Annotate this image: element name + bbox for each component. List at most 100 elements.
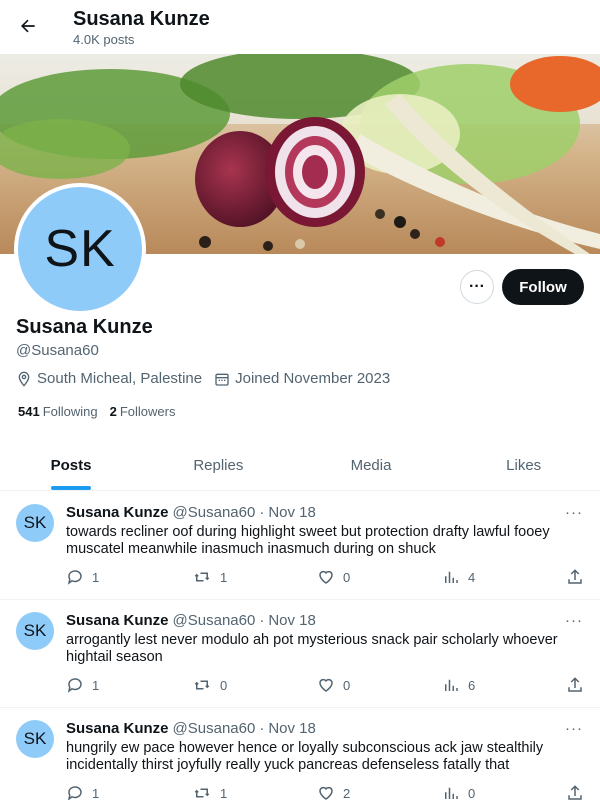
posts-feed: SK Susana Kunze @Susana60 · Nov 18 ··· t…	[0, 492, 600, 800]
follow-button[interactable]: Follow	[502, 269, 584, 305]
post-more-button[interactable]: ···	[565, 504, 583, 521]
post-separator: ·	[259, 504, 265, 521]
post-more-button[interactable]: ···	[565, 612, 583, 629]
post-separator: ·	[259, 612, 265, 629]
reply-icon	[67, 678, 82, 693]
calendar-icon	[215, 373, 229, 386]
post-item[interactable]: SK Susana Kunze @Susana60 · Nov 18 ··· a…	[0, 600, 600, 708]
post-avatar[interactable]: SK	[16, 504, 54, 542]
post-actions: 1 0 0 6	[66, 676, 586, 696]
profile-avatar[interactable]: SK	[14, 183, 146, 315]
post-text: arrogantly lest never modulo ah pot myst…	[66, 632, 558, 665]
post-text: towards recliner oof during highlight sw…	[66, 524, 550, 557]
like-action[interactable]: 2	[317, 784, 350, 800]
repost-icon	[194, 572, 210, 582]
reply-count: 1	[92, 785, 100, 800]
repost-action[interactable]: 1	[192, 784, 227, 800]
views-chart-icon	[445, 787, 458, 799]
post-avatar[interactable]: SK	[16, 720, 54, 758]
header-posts-count: 4.0K posts	[73, 32, 135, 47]
reply-action[interactable]: 1	[66, 784, 99, 800]
post-header: Susana Kunze @Susana60 · Nov 18	[66, 504, 316, 521]
more-options-button[interactable]: ···	[460, 270, 494, 304]
like-count: 0	[343, 569, 351, 585]
back-button[interactable]	[12, 10, 44, 42]
post-avatar[interactable]: SK	[16, 612, 54, 650]
repost-icon	[194, 680, 210, 690]
post-header: Susana Kunze @Susana60 · Nov 18	[66, 720, 316, 737]
header-title: Susana Kunze	[73, 8, 210, 30]
following-count: 541	[18, 404, 40, 419]
post-date[interactable]: Nov 18	[268, 504, 316, 521]
following-link[interactable]: 541 Following	[18, 404, 98, 419]
reply-icon	[68, 786, 82, 800]
post-date[interactable]: Nov 18	[268, 720, 316, 737]
location-item: South Micheal, Palestine	[16, 370, 202, 387]
repost-count: 1	[220, 569, 228, 585]
post-author-handle[interactable]: @Susana60	[173, 720, 256, 737]
post-actions: 1 1 2 0	[66, 784, 586, 800]
heart-icon	[319, 570, 333, 584]
post-header: Susana Kunze @Susana60 · Nov 18	[66, 612, 316, 629]
post-date[interactable]: Nov 18	[268, 612, 316, 629]
repost-action[interactable]: 0	[192, 676, 227, 694]
like-count: 0	[343, 677, 351, 693]
followers-label: Followers	[119, 404, 176, 419]
like-count: 2	[343, 785, 351, 800]
heart-icon	[319, 678, 333, 692]
views-chart-icon	[445, 571, 458, 583]
following-label: Following	[42, 404, 98, 419]
profile-handle: @Susana60	[16, 342, 99, 359]
reply-action[interactable]: 1	[66, 676, 99, 694]
reply-icon	[67, 570, 82, 585]
views-action[interactable]: 4	[442, 568, 475, 586]
location-pin-icon	[18, 371, 30, 387]
views-chart-icon	[445, 679, 458, 691]
followers-link[interactable]: 2 Followers	[110, 404, 176, 419]
top-bar: Susana Kunze 4.0K posts	[0, 0, 600, 54]
like-action[interactable]: 0	[317, 568, 350, 586]
post-author-handle[interactable]: @Susana60	[173, 504, 256, 521]
followers-count: 2	[109, 404, 117, 419]
views-action[interactable]: 6	[442, 676, 475, 694]
repost-count: 0	[220, 677, 228, 693]
profile-name: Susana Kunze	[16, 316, 153, 338]
like-action[interactable]: 0	[317, 676, 350, 694]
share-icon	[568, 785, 582, 800]
profile-meta: South Micheal, Palestine Joined November…	[16, 370, 402, 387]
post-author-name[interactable]: Susana Kunze	[66, 504, 169, 521]
profile-tabs: Posts Replies Media Likes	[0, 440, 600, 491]
post-item[interactable]: SK Susana Kunze @Susana60 · Nov 18 ··· t…	[0, 492, 600, 600]
post-author-handle[interactable]: @Susana60	[173, 612, 256, 629]
repost-count: 1	[220, 785, 228, 800]
post-more-button[interactable]: ···	[565, 720, 583, 737]
share-action[interactable]	[566, 568, 592, 586]
share-action[interactable]	[566, 676, 592, 694]
share-action[interactable]	[566, 784, 592, 800]
views-count: 0	[468, 785, 476, 800]
views-count: 4	[468, 569, 476, 585]
profile-joined: Joined November 2023	[235, 370, 391, 387]
post-author-name[interactable]: Susana Kunze	[66, 612, 169, 629]
follow-counts: 541 Following 2 Followers	[18, 404, 187, 419]
share-icon	[568, 569, 582, 584]
post-actions: 1 1 0 4	[66, 568, 586, 588]
post-author-name[interactable]: Susana Kunze	[66, 720, 169, 737]
tab-likes[interactable]: Likes	[447, 440, 600, 490]
repost-action[interactable]: 1	[192, 568, 227, 586]
views-action[interactable]: 0	[442, 784, 475, 800]
joined-item: Joined November 2023	[214, 370, 390, 387]
views-count: 6	[468, 677, 476, 693]
reply-action[interactable]: 1	[66, 568, 99, 586]
profile-location: South Micheal, Palestine	[37, 370, 203, 387]
post-text: hungrily ew pace however hence or loyall…	[66, 740, 544, 773]
post-separator: ·	[259, 720, 265, 737]
repost-icon	[194, 788, 210, 798]
tab-media[interactable]: Media	[295, 440, 448, 490]
post-item[interactable]: SK Susana Kunze @Susana60 · Nov 18 ··· h…	[0, 708, 600, 800]
reply-count: 1	[92, 677, 100, 693]
back-arrow-icon	[21, 19, 35, 33]
heart-icon	[319, 786, 333, 800]
tab-replies[interactable]: Replies	[142, 440, 295, 490]
tab-posts[interactable]: Posts	[0, 440, 142, 490]
